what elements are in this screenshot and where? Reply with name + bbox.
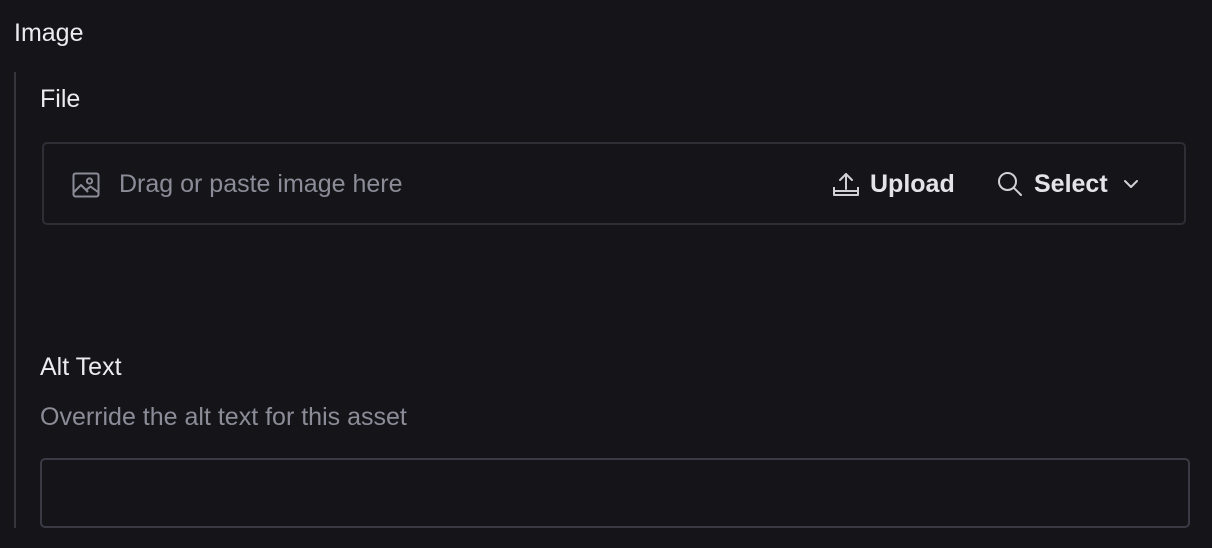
select-button-label: Select <box>1034 169 1108 198</box>
upload-button[interactable]: Upload <box>832 164 955 204</box>
upload-button-label: Upload <box>870 169 955 198</box>
alt-text-description: Override the alt text for this asset <box>40 403 407 431</box>
image-field-group: File Drag or paste image here Upload Sel… <box>14 72 1212 528</box>
image-icon <box>72 172 100 198</box>
upload-icon <box>833 173 859 196</box>
section-title: Image <box>14 19 84 47</box>
dropzone-text: Drag or paste image here <box>119 170 403 198</box>
alt-text-label: Alt Text <box>40 353 122 381</box>
image-field-panel: Image File Drag or paste image here Uplo… <box>0 0 1212 548</box>
search-icon <box>998 172 1022 196</box>
chevron-down-icon <box>1123 180 1138 188</box>
file-label: File <box>40 85 81 113</box>
image-dropzone[interactable]: Drag or paste image here Upload Select <box>42 142 1186 225</box>
alt-text-input[interactable] <box>40 458 1190 528</box>
select-button[interactable]: Select <box>996 164 1140 204</box>
